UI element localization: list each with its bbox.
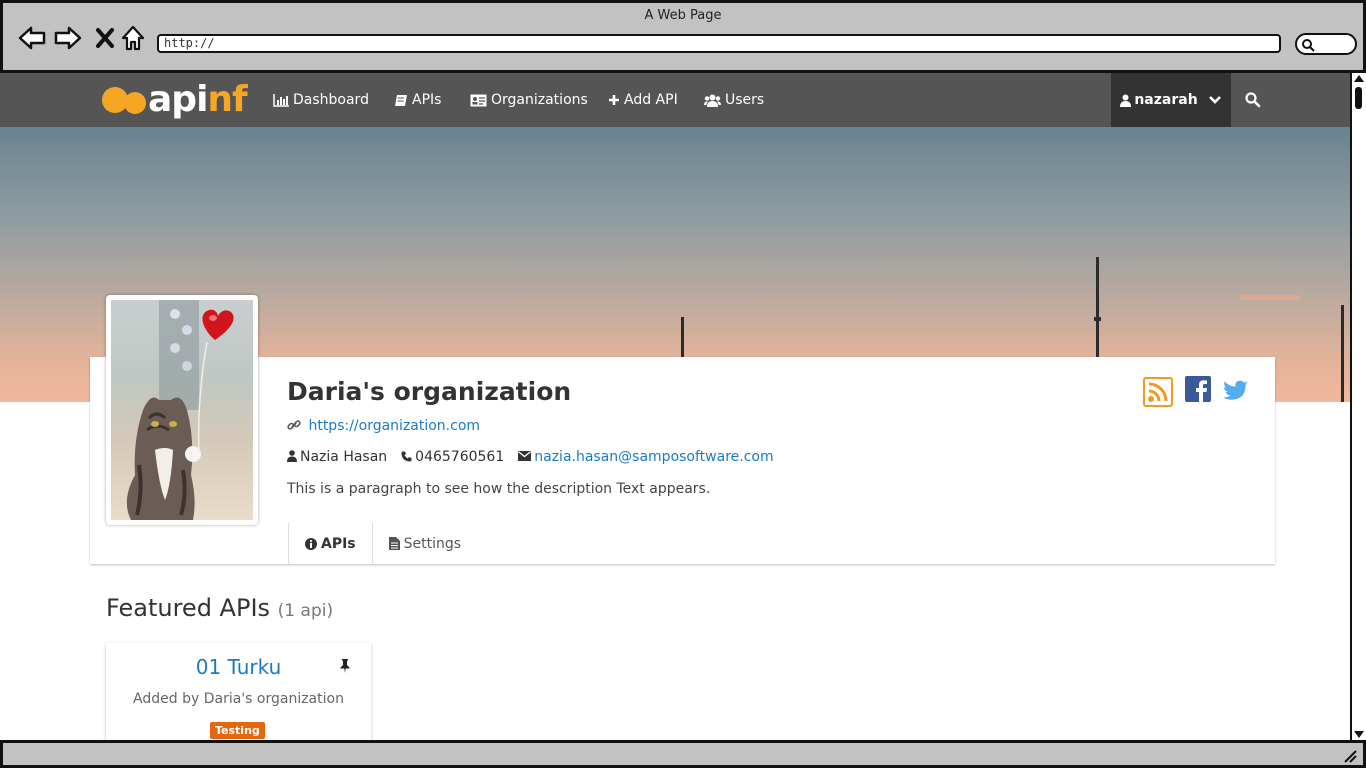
facebook-icon[interactable] <box>1185 376 1211 402</box>
web-page: apinf Dashboard APIs Organizations Add A… <box>0 73 1350 740</box>
contact-name: Nazia Hasan <box>300 449 388 465</box>
organization-description: This is a paragraph to see how the descr… <box>287 481 711 497</box>
forward-icon[interactable] <box>53 23 83 53</box>
pin-icon[interactable] <box>339 659 351 673</box>
search-icon <box>1302 39 1315 52</box>
vertical-scrollbar[interactable] <box>1350 73 1366 740</box>
contact-phone: 0465760561 <box>415 449 505 465</box>
top-navbar: apinf Dashboard APIs Organizations Add A… <box>0 73 1350 127</box>
users-icon <box>704 94 721 107</box>
user-icon <box>287 450 297 462</box>
nav-add-api[interactable]: Add API <box>608 73 678 127</box>
document-icon <box>388 537 400 550</box>
api-card[interactable]: 01 Turku Added by Daria's organization T… <box>106 643 371 740</box>
url-input[interactable]: http:// <box>157 34 1281 53</box>
search-icon[interactable] <box>1244 91 1262 109</box>
featured-apis-count: (1 api) <box>277 601 334 621</box>
browser-statusbar <box>0 740 1366 768</box>
browser-toolbar: A Web Page http:// <box>0 0 1366 73</box>
chevron-down-icon <box>1208 96 1221 104</box>
api-added-by: Added by Daria's organization <box>133 691 344 707</box>
organization-name: Daria's organization <box>287 377 572 406</box>
user-icon <box>1120 94 1132 107</box>
featured-apis-heading: Featured APIs (1 api) <box>106 594 334 622</box>
id-card-icon <box>470 94 487 106</box>
rss-feed-icon[interactable] <box>1143 377 1173 407</box>
link-icon <box>287 420 301 430</box>
scroll-up-icon[interactable] <box>1354 75 1364 82</box>
cat-photo <box>126 300 234 520</box>
organization-tabs: APIs Settings <box>288 523 477 564</box>
tab-apis[interactable]: APIs <box>288 523 373 564</box>
envelope-icon <box>518 451 532 461</box>
twitter-icon[interactable] <box>1223 379 1249 403</box>
home-icon[interactable] <box>119 23 149 53</box>
phone-icon <box>401 451 412 462</box>
plus-icon <box>609 95 619 105</box>
nav-dashboard[interactable]: Dashboard <box>273 73 369 127</box>
status-badge: Testing <box>210 722 265 739</box>
bar-chart-icon <box>273 93 289 107</box>
info-icon <box>305 537 317 550</box>
tab-settings[interactable]: Settings <box>373 523 477 564</box>
resize-grip-icon[interactable] <box>1343 749 1357 763</box>
api-name-link[interactable]: 01 Turku <box>106 655 371 679</box>
nav-organizations[interactable]: Organizations <box>470 73 588 127</box>
organization-url-link[interactable]: https://organization.com <box>308 418 480 434</box>
back-icon[interactable] <box>17 23 47 53</box>
user-menu-dropdown[interactable]: nazarah <box>1111 73 1231 127</box>
book-icon <box>395 94 407 106</box>
apinf-logo[interactable]: apinf <box>102 79 248 121</box>
organization-url-row: https://organization.com <box>287 418 480 434</box>
username: nazarah <box>1134 92 1198 108</box>
stop-icon[interactable] <box>91 23 121 53</box>
nav-apis[interactable]: APIs <box>394 73 441 127</box>
nav-users[interactable]: Users <box>704 73 764 127</box>
contact-email-link[interactable]: nazia.hasan@samposoftware.com <box>534 449 773 465</box>
organization-logo <box>106 295 258 525</box>
scroll-thumb[interactable] <box>1355 87 1362 109</box>
window-title: A Web Page <box>644 8 722 23</box>
browser-search-field[interactable] <box>1295 33 1357 55</box>
scroll-down-icon[interactable] <box>1354 731 1364 738</box>
organization-contact-row: Nazia Hasan 0465760561 nazia.hasan@sampo… <box>287 449 774 465</box>
